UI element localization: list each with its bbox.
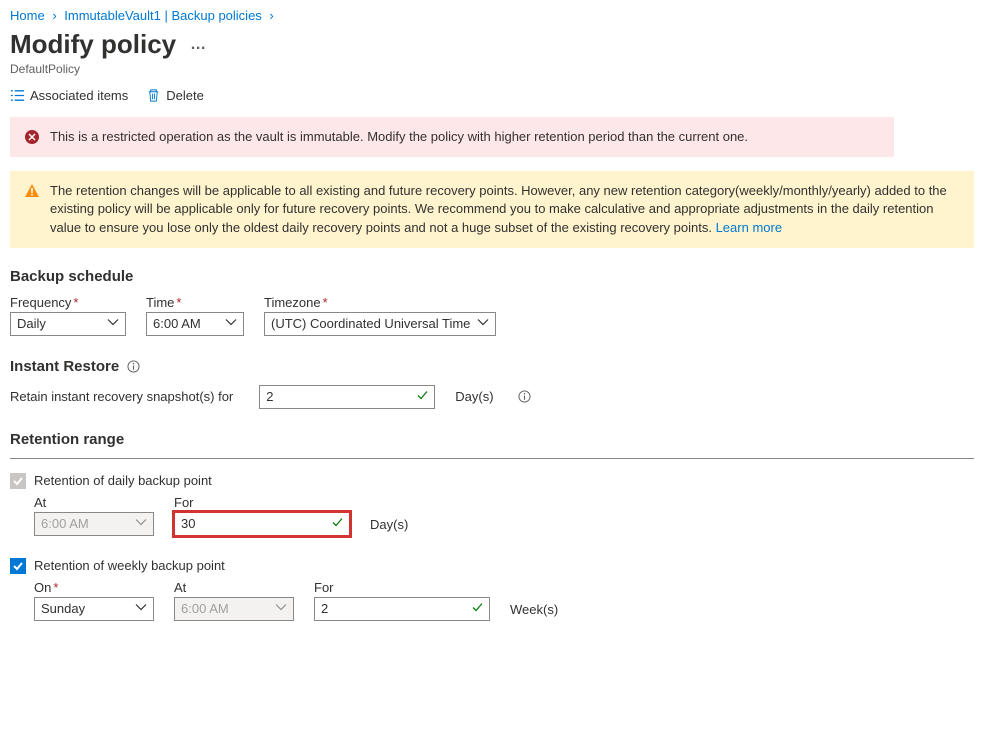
frequency-value: Daily — [17, 316, 46, 331]
list-icon — [10, 88, 25, 103]
instant-restore-value: 2 — [266, 389, 273, 404]
check-icon — [471, 601, 483, 616]
more-actions-button[interactable]: … — [190, 36, 208, 54]
page-title-text: Modify policy — [10, 29, 176, 60]
trash-icon — [146, 88, 161, 103]
error-banner: This is a restricted operation as the va… — [10, 117, 894, 157]
weekly-for-label: For — [314, 580, 490, 595]
daily-at-label: At — [34, 495, 154, 510]
weekly-retention-checkbox-row[interactable]: Retention of weekly backup point — [10, 558, 974, 574]
warning-body: The retention changes will be applicable… — [50, 183, 947, 234]
crumb-vault[interactable]: ImmutableVault1 | Backup policies — [64, 8, 262, 23]
daily-retention-checkbox-row[interactable]: Retention of daily backup point — [10, 473, 974, 489]
error-icon — [24, 129, 40, 145]
daily-unit: Day(s) — [370, 517, 408, 536]
backup-schedule-heading: Backup schedule — [10, 268, 974, 285]
checkbox-checked-icon — [10, 473, 26, 489]
chevron-down-icon — [135, 601, 147, 616]
weekly-on-value: Sunday — [41, 601, 85, 616]
retention-range-heading: Retention range — [10, 431, 974, 448]
associated-items-button[interactable]: Associated items — [10, 88, 128, 103]
frequency-select[interactable]: Daily — [10, 312, 126, 336]
crumb-home[interactable]: Home — [10, 8, 45, 23]
command-bar: Associated items Delete — [10, 88, 974, 103]
time-label: Time* — [146, 295, 244, 310]
frequency-label: Frequency* — [10, 295, 126, 310]
instant-restore-heading: Instant Restore — [10, 358, 974, 375]
weekly-unit: Week(s) — [510, 602, 558, 621]
chevron-down-icon — [275, 601, 287, 616]
daily-retention-label: Retention of daily backup point — [34, 473, 212, 488]
weekly-at-select: 6:00 AM — [174, 597, 294, 621]
timezone-value: (UTC) Coordinated Universal Time — [271, 316, 470, 331]
daily-for-value: 30 — [181, 516, 195, 531]
daily-for-input[interactable]: 30 — [174, 512, 350, 536]
instant-restore-label: Retain instant recovery snapshot(s) for — [10, 389, 233, 404]
weekly-at-label: At — [174, 580, 294, 595]
weekly-on-select[interactable]: Sunday — [34, 597, 154, 621]
time-select[interactable]: 6:00 AM — [146, 312, 244, 336]
chevron-down-icon — [477, 316, 489, 331]
instant-restore-input[interactable]: 2 — [259, 385, 435, 409]
checkbox-checked-icon — [10, 558, 26, 574]
page-title: Modify policy … — [10, 29, 974, 60]
info-icon[interactable] — [518, 390, 531, 403]
warning-text: The retention changes will be applicable… — [50, 182, 960, 237]
time-value: 6:00 AM — [153, 316, 201, 331]
associated-items-label: Associated items — [30, 88, 128, 103]
chevron-down-icon — [107, 316, 119, 331]
warning-icon — [24, 183, 40, 199]
delete-button[interactable]: Delete — [146, 88, 204, 103]
page-subtitle: DefaultPolicy — [10, 62, 974, 76]
daily-at-select: 6:00 AM — [34, 512, 154, 536]
error-text: This is a restricted operation as the va… — [50, 128, 748, 146]
divider — [10, 458, 974, 459]
daily-at-value: 6:00 AM — [41, 516, 89, 531]
chevron-down-icon — [135, 516, 147, 531]
info-icon[interactable] — [127, 360, 140, 373]
delete-label: Delete — [166, 88, 204, 103]
weekly-for-value: 2 — [321, 601, 328, 616]
breadcrumb: Home › ImmutableVault1 | Backup policies… — [10, 8, 974, 23]
weekly-at-value: 6:00 AM — [181, 601, 229, 616]
learn-more-link[interactable]: Learn more — [716, 220, 782, 235]
chevron-down-icon — [225, 316, 237, 331]
instant-unit: Day(s) — [455, 389, 493, 404]
chevron-right-icon: › — [48, 8, 60, 23]
timezone-select[interactable]: (UTC) Coordinated Universal Time — [264, 312, 496, 336]
chevron-right-icon: › — [265, 8, 277, 23]
check-icon — [331, 516, 343, 531]
warning-banner: The retention changes will be applicable… — [10, 171, 974, 248]
weekly-for-input[interactable]: 2 — [314, 597, 490, 621]
daily-for-label: For — [174, 495, 350, 510]
weekly-on-label: On* — [34, 580, 154, 595]
check-icon — [416, 389, 428, 404]
weekly-retention-label: Retention of weekly backup point — [34, 558, 225, 573]
timezone-label: Timezone* — [264, 295, 496, 310]
